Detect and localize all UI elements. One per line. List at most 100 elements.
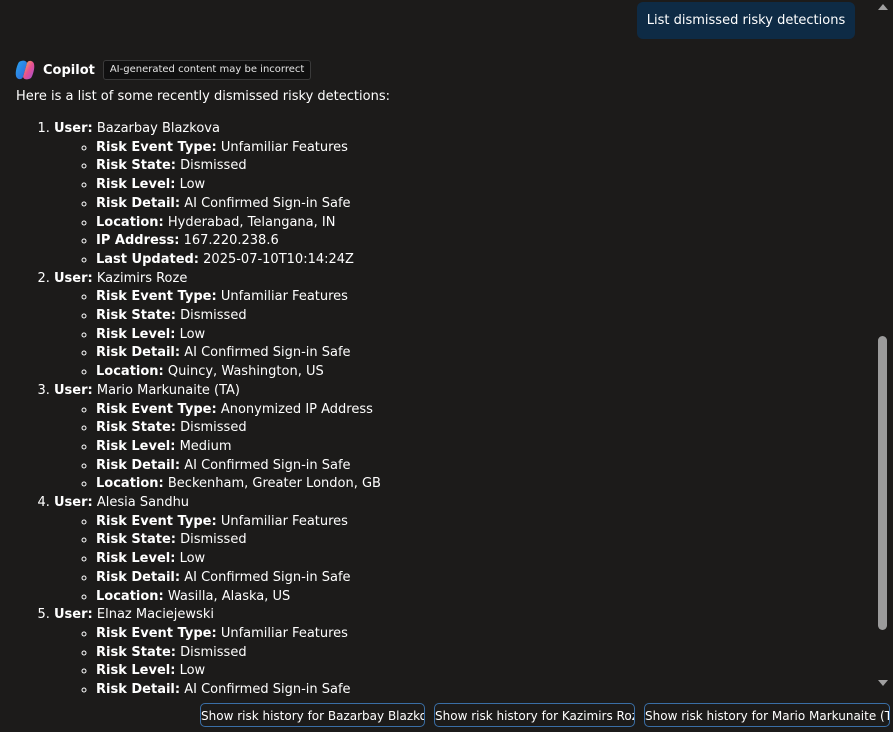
field-label: Risk Level: [96,438,176,454]
suggestion-chip[interactable]: Show risk history for Bazarbay Blazkova [200,703,425,727]
user-name: Elnaz Maciejewski [96,607,214,623]
detail-risk-state: Risk State: Dismissed [96,531,874,550]
field-label: Risk State: [96,532,176,548]
field-label: Location: [96,364,164,380]
detail-risk-state: Risk State: Dismissed [96,419,874,438]
field-label: Risk Detail: [96,569,181,585]
field-label: Risk Level: [96,551,176,567]
field-value: Dismissed [180,420,247,436]
detection-item: User: Alesia Sandhu Risk Event Type: Unfa… [54,494,874,606]
scrollbar[interactable] [874,0,893,700]
field-label: Risk State: [96,158,176,174]
field-value: AI Confirmed Sign-in Safe [184,682,351,698]
user-name: Mario Markunaite (TA) [96,382,241,398]
detections-list: User: Bazarbay Blazkova Risk Event Type: … [0,120,874,698]
scroll-down-arrow-icon[interactable] [878,680,888,686]
field-label: Risk State: [96,308,176,324]
detail-risk-detail: Risk Detail: AI Confirmed Sign-in Safe [96,457,874,476]
suggestion-chip[interactable]: Show risk history for Mario Markunaite (… [644,703,890,727]
user-name: Alesia Sandhu [96,495,190,511]
detail-location: Location: Hyderabad, Telangana, IN [96,214,874,233]
detail-last-updated: Last Updated: 2025-07-10T10:14:24Z [96,251,874,270]
field-value: Unfamiliar Features [220,513,348,529]
detection-details: Risk Event Type: Unfamiliar FeaturesRisk… [54,513,874,607]
field-value: Wasilla, Alaska, US [167,588,291,604]
field-value: AI Confirmed Sign-in Safe [184,457,351,473]
field-label: Risk Level: [96,177,176,193]
field-label: Risk Detail: [96,682,181,698]
detail-risk-level: Risk Level: Low [96,176,874,195]
scroll-thumb[interactable] [878,336,887,630]
field-label: Risk Detail: [96,195,181,211]
detail-risk-level: Risk Level: Medium [96,438,874,457]
detection-item: User: Bazarbay Blazkova Risk Event Type: … [54,120,874,270]
scroll-up-arrow-icon[interactable] [878,4,888,10]
detail-location: Location: Beckenham, Greater London, GB [96,475,874,494]
detail-risk-event-type: Risk Event Type: Unfamiliar Features [96,513,874,532]
user-message-bubble: List dismissed risky detections [637,2,855,39]
field-label: User: [54,121,93,136]
suggestion-chip[interactable]: Show risk history for Kazimirs Roze [434,703,635,727]
field-label: Location: [96,588,164,604]
detail-risk-state: Risk State: Dismissed [96,157,874,176]
field-value: 2025-07-10T10:14:24Z [203,251,354,267]
field-label: Risk Detail: [96,345,181,361]
detail-risk-detail: Risk Detail: AI Confirmed Sign-in Safe [96,681,874,698]
field-value: Unfamiliar Features [220,139,348,155]
response-content: User: Bazarbay Blazkova Risk Event Type: … [0,120,874,698]
detail-risk-detail: Risk Detail: AI Confirmed Sign-in Safe [96,195,874,214]
field-label: Risk Event Type: [96,139,217,155]
detail-location: Location: Wasilla, Alaska, US [96,588,874,607]
detail-ip-address: IP Address: 167.220.238.6 [96,232,874,251]
field-value: Dismissed [180,532,247,548]
detail-risk-state: Risk State: Dismissed [96,307,874,326]
detail-risk-level: Risk Level: Low [96,662,874,681]
field-label: Risk Event Type: [96,625,217,641]
field-label: Risk State: [96,420,176,436]
field-label: Location: [96,214,164,230]
detail-risk-state: Risk State: Dismissed [96,644,874,663]
detection-item: User: Mario Markunaite (TA) Risk Event Ty… [54,382,874,494]
field-value: 167.220.238.6 [183,233,279,249]
field-label: Risk Event Type: [96,513,217,529]
field-label: User: [54,382,93,398]
detection-details: Risk Event Type: Anonymized IP AddressRi… [54,401,874,495]
detail-risk-event-type: Risk Event Type: Anonymized IP Address [96,401,874,420]
field-value: Medium [179,438,232,454]
field-label: Risk Level: [96,663,176,679]
field-value: Low [179,326,206,342]
field-value: Beckenham, Greater London, GB [167,476,381,492]
detail-risk-detail: Risk Detail: AI Confirmed Sign-in Safe [96,569,874,588]
user-name: Kazimirs Roze [96,270,188,286]
copilot-logo-icon [15,60,35,80]
field-label: Last Updated: [96,251,200,267]
field-value: Low [179,177,206,193]
field-value: Low [179,551,206,567]
user-name: Bazarbay Blazkova [96,121,220,136]
field-label: IP Address: [96,233,180,249]
detail-risk-level: Risk Level: Low [96,550,874,569]
field-value: Quincy, Washington, US [167,364,324,380]
detail-risk-detail: Risk Detail: AI Confirmed Sign-in Safe [96,344,874,363]
detail-risk-level: Risk Level: Low [96,326,874,345]
response-intro: Here is a list of some recently dismisse… [16,89,390,104]
field-label: User: [54,270,93,286]
detection-details: Risk Event Type: Unfamiliar Features Risk… [54,139,874,270]
field-value: AI Confirmed Sign-in Safe [184,195,351,211]
assistant-header: Copilot AI-generated content may be inco… [14,59,312,81]
field-value: AI Confirmed Sign-in Safe [184,345,351,361]
field-value: Dismissed [180,158,247,174]
field-value: Unfamiliar Features [220,625,348,641]
detection-details: Risk Event Type: Unfamiliar FeaturesRisk… [54,288,874,382]
field-label: Location: [96,476,164,492]
field-value: Dismissed [180,644,247,660]
field-value: Hyderabad, Telangana, IN [167,214,336,230]
detail-risk-event-type: Risk Event Type: Unfamiliar Features [96,625,874,644]
field-value: Dismissed [180,308,247,324]
ai-disclaimer-badge: AI-generated content may be incorrect [102,60,312,80]
detection-item: User: Kazimirs Roze Risk Event Type: Unfa… [54,270,874,382]
field-label: Risk Event Type: [96,289,217,305]
detection-item: User: Elnaz Maciejewski Risk Event Type: … [54,606,874,698]
detail-risk-event-type: Risk Event Type: Unfamiliar Features [96,288,874,307]
field-label: Risk Event Type: [96,401,217,417]
